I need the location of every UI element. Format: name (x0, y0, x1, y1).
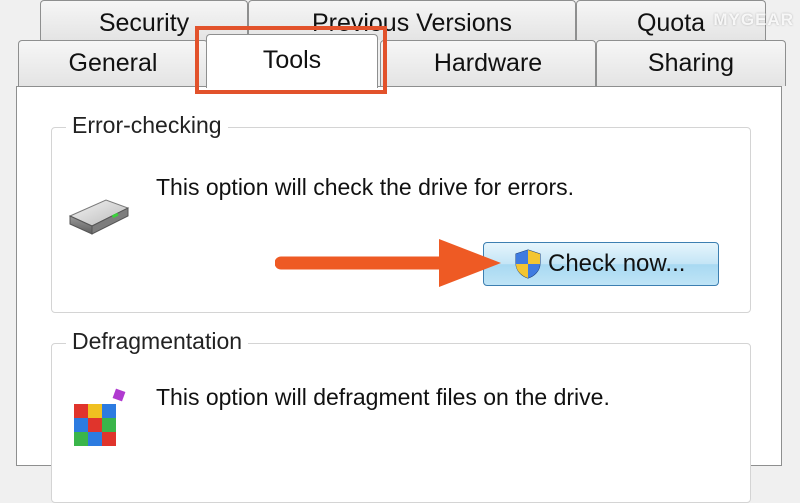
tab-label: General (68, 49, 158, 77)
defragmentation-group: Defragmentation This option will defragm… (51, 328, 751, 503)
tab-label: Security (98, 9, 190, 37)
tab-label: Hardware (433, 49, 543, 77)
tab-general[interactable]: General (18, 40, 208, 86)
defrag-icon (68, 388, 128, 457)
tab-strip: Security Previous Versions Quota General… (0, 0, 800, 94)
check-now-button[interactable]: Check now... (483, 242, 719, 286)
tab-tools[interactable]: Tools (206, 34, 378, 88)
hard-drive-icon (66, 192, 132, 243)
watermark: MYGEAR (713, 10, 794, 29)
check-now-label: Check now... (548, 250, 686, 277)
arrow-annotation (274, 227, 505, 292)
uac-shield-icon (514, 249, 542, 279)
tab-sharing[interactable]: Sharing (596, 40, 786, 86)
tab-label: Sharing (647, 49, 735, 77)
error-checking-description: This option will check the drive for err… (156, 174, 574, 200)
tab-label: Quota (636, 9, 706, 37)
tab-hardware[interactable]: Hardware (380, 40, 596, 86)
error-checking-title: Error-checking (66, 112, 228, 139)
tools-panel: Error-checking This option will check th… (16, 86, 782, 503)
defragmentation-title: Defragmentation (66, 328, 249, 355)
tab-label: Tools (262, 46, 322, 74)
defragmentation-description: This option will defragment files on the… (156, 384, 610, 410)
tab-label: Previous Versions (311, 9, 513, 37)
